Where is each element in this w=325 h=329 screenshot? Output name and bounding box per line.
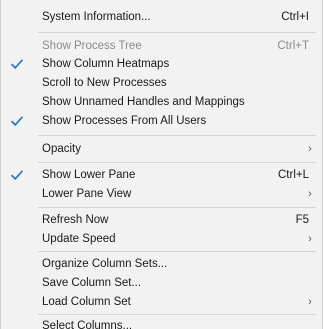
menu-item-label: Load Column Set xyxy=(42,296,131,308)
menu-separator xyxy=(38,135,316,136)
menu-item-shortcut: Ctrl+L xyxy=(278,169,309,181)
menu-item-show-column-heatmaps[interactable]: Show Column Heatmaps xyxy=(1,54,322,74)
menu-item-shortcut: Ctrl+T xyxy=(277,40,309,52)
menu-item-select-columns[interactable]: Select Columns... xyxy=(1,316,322,329)
menu-item-show-lower-pane[interactable]: Show Lower Pane Ctrl+L xyxy=(1,165,322,185)
menu-item-load-column-set[interactable]: Load Column Set › xyxy=(1,292,322,312)
menu-item-show-unnamed-handles[interactable]: Show Unnamed Handles and Mappings xyxy=(1,92,322,112)
menu-separator xyxy=(38,32,316,33)
menu-item-label: Show Unnamed Handles and Mappings xyxy=(42,96,245,108)
menu-item-label: Show Lower Pane xyxy=(42,169,136,181)
menu-item-show-processes-all-users[interactable]: Show Processes From All Users xyxy=(1,111,322,131)
menu-item-opacity[interactable]: Opacity › xyxy=(1,139,322,159)
menu-item-label: Opacity xyxy=(42,143,81,155)
menu-item-label: Save Column Set... xyxy=(42,277,142,289)
menu-item-label: System Information... xyxy=(42,11,151,23)
menu-item-label: Organize Column Sets... xyxy=(42,258,168,270)
menu-item-label: Select Columns... xyxy=(42,320,133,329)
menu-separator xyxy=(38,314,316,315)
menu-item-system-information[interactable]: System Information... Ctrl+I xyxy=(1,7,322,27)
menu-item-refresh-now[interactable]: Refresh Now F5 xyxy=(1,210,322,230)
chevron-right-icon: › xyxy=(308,296,312,308)
chevron-right-icon: › xyxy=(308,188,312,200)
checkmark-icon xyxy=(4,55,30,73)
menu-item-label: Show Process Tree xyxy=(42,40,142,52)
menu-item-lower-pane-view[interactable]: Lower Pane View › xyxy=(1,184,322,204)
chevron-right-icon: › xyxy=(308,143,312,155)
menu-item-update-speed[interactable]: Update Speed › xyxy=(1,229,322,249)
checkmark-icon xyxy=(4,112,30,130)
chevron-right-icon: › xyxy=(308,233,312,245)
menu-item-scroll-to-new-processes[interactable]: Scroll to New Processes xyxy=(1,73,322,93)
menu-item-shortcut: Ctrl+I xyxy=(281,11,309,23)
menu-item-show-process-tree[interactable]: Show Process Tree Ctrl+T xyxy=(1,36,322,56)
menu-item-label: Scroll to New Processes xyxy=(42,77,167,89)
menu-item-label: Show Column Heatmaps xyxy=(42,58,170,70)
menu-separator xyxy=(38,162,316,163)
view-menu: System Information... Ctrl+I Show Proces… xyxy=(0,0,323,329)
menu-item-label: Refresh Now xyxy=(42,214,109,226)
menu-item-label: Show Processes From All Users xyxy=(42,115,207,127)
menu-separator xyxy=(38,251,316,252)
menu-item-organize-column-sets[interactable]: Organize Column Sets... xyxy=(1,254,322,274)
menu-item-save-column-set[interactable]: Save Column Set... xyxy=(1,273,322,293)
checkmark-icon xyxy=(4,166,30,184)
menu-item-label: Update Speed xyxy=(42,233,116,245)
menu-item-shortcut: F5 xyxy=(295,214,309,226)
menu-item-label: Lower Pane View xyxy=(42,188,132,200)
menu-separator xyxy=(38,207,316,208)
